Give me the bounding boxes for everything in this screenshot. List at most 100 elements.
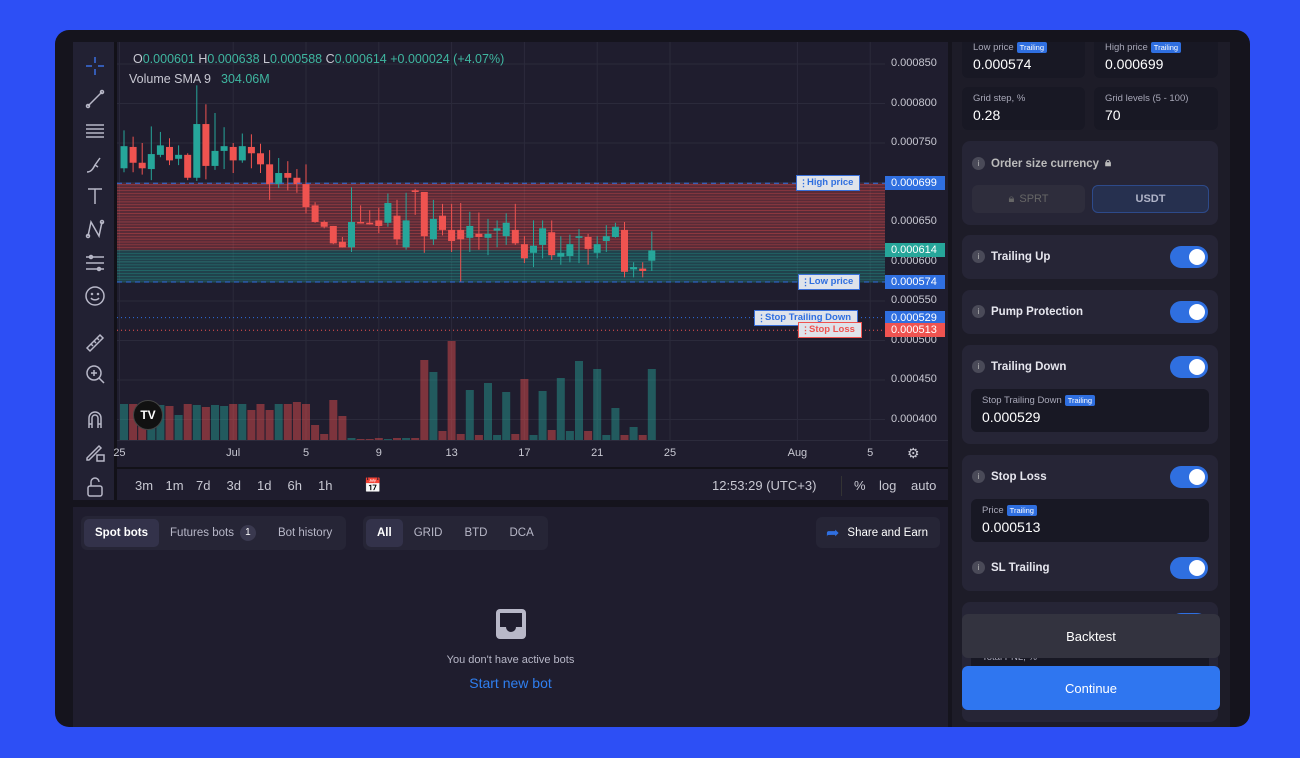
price-line-label[interactable]: High price: [796, 175, 861, 192]
volume-bar: [520, 379, 529, 440]
change-value: +0.000024 (+4.07%): [390, 52, 505, 66]
candle-body: [366, 222, 374, 225]
field-value: 0.28: [973, 107, 1001, 123]
volume-bar: [120, 404, 128, 440]
stop-loss-price-field[interactable]: Price Trailing 0.000513: [971, 499, 1209, 542]
fib-icon[interactable]: [81, 117, 109, 145]
time-tick: Jul: [226, 447, 241, 459]
volume-bar: [211, 405, 219, 440]
price-chart[interactable]: [117, 42, 885, 440]
timeframe-3d[interactable]: 3d: [227, 478, 241, 493]
time-tick: 5: [302, 447, 310, 459]
brush-icon[interactable]: [81, 150, 109, 178]
scale-log[interactable]: log: [879, 478, 896, 493]
candle-body: [266, 164, 274, 185]
chart-settings-icon[interactable]: ⚙: [907, 445, 920, 462]
pump-protection-toggle[interactable]: [1170, 301, 1208, 323]
volume-bar: [283, 404, 292, 440]
info-icon[interactable]: i: [972, 470, 985, 483]
info-icon[interactable]: i: [972, 157, 985, 170]
price-line-label[interactable]: Low price: [798, 274, 861, 291]
lock-drawings-icon[interactable]: [81, 438, 109, 466]
candle-body: [156, 145, 164, 155]
sl-trailing-toggle[interactable]: [1170, 557, 1208, 579]
timeframe-1m[interactable]: 1m: [166, 478, 184, 493]
backtest-button[interactable]: Backtest: [962, 614, 1220, 658]
currency-option-usdt[interactable]: USDT: [1092, 185, 1209, 213]
volume-bar: [538, 391, 547, 440]
stop-trailing-down-field[interactable]: Stop Trailing Down Trailing 0.000529: [971, 389, 1209, 432]
low-price-field[interactable]: Low price Trailing 0.000574: [962, 42, 1085, 78]
timeframe-1h[interactable]: 1h: [318, 478, 332, 493]
stop-loss-toggle[interactable]: [1170, 466, 1208, 488]
candle-body: [420, 191, 428, 237]
candle-body: [175, 154, 183, 159]
tradingview-logo[interactable]: TV: [133, 400, 163, 430]
grid-step-field[interactable]: Grid step, % 0.28: [962, 87, 1085, 130]
filter-all[interactable]: All: [366, 519, 403, 547]
continue-button[interactable]: Continue: [962, 666, 1220, 710]
candle-body: [357, 222, 365, 224]
empty-state: You don't have active bots Start new bot: [73, 607, 948, 691]
price-axis[interactable]: 0.000400 0.000450 0.000500 0.000550 0.000600…: [885, 42, 948, 440]
filter-dca[interactable]: DCA: [498, 519, 544, 547]
candle-body: [184, 154, 192, 178]
volume-sma-legend: Volume SMA 9 304.06M: [129, 72, 270, 86]
scale-auto[interactable]: auto: [911, 478, 936, 493]
info-icon[interactable]: i: [972, 561, 985, 574]
volume-bar: [647, 369, 656, 440]
filter-btd[interactable]: BTD: [453, 519, 498, 547]
emoji-icon[interactable]: [81, 282, 109, 310]
trend-line-icon[interactable]: [81, 85, 109, 113]
tab-bot-history[interactable]: Bot history: [267, 519, 343, 547]
price-tick: 0.000400: [891, 412, 937, 425]
date-range-icon[interactable]: 📅: [364, 477, 381, 494]
tab-spot-bots[interactable]: Spot bots: [84, 519, 160, 547]
unlock-icon[interactable]: [81, 473, 109, 501]
candle-body: [575, 236, 583, 238]
bot-settings-panel[interactable]: Low price Trailing 0.000574 High price Trai…: [952, 42, 1230, 727]
candle-body: [393, 215, 401, 240]
bots-panel: Spot bots Futures bots 1 Bot history All …: [73, 507, 948, 727]
info-icon[interactable]: i: [972, 360, 985, 373]
candle-body: [520, 244, 528, 259]
share-and-earn-button[interactable]: ➦ Share and Earn: [816, 517, 940, 548]
field-value: 70: [1105, 107, 1121, 123]
trailing-up-toggle[interactable]: [1170, 246, 1208, 268]
currency-option-sprt[interactable]: 🔒︎ SPRT: [972, 185, 1085, 213]
filter-grid[interactable]: GRID: [403, 519, 454, 547]
candle-body: [457, 229, 465, 240]
volume-bar: [192, 405, 201, 440]
magnet-icon[interactable]: [81, 406, 109, 434]
candle-body: [639, 268, 647, 271]
volume-bar: [629, 427, 638, 440]
grid-levels-field[interactable]: Grid levels (5 - 100) 70: [1094, 87, 1218, 130]
info-icon[interactable]: i: [972, 305, 985, 318]
tab-futures-bots[interactable]: Futures bots 1: [159, 519, 267, 547]
time-tick: 25: [663, 447, 677, 459]
drawing-toolbar: [73, 42, 117, 500]
price-line-label[interactable]: Stop Loss: [798, 322, 862, 339]
high-price-field[interactable]: High price Trailing 0.000699: [1094, 42, 1218, 78]
text-icon[interactable]: [81, 182, 109, 210]
zoom-in-icon[interactable]: [81, 360, 109, 388]
timeframe-7d[interactable]: 7d: [196, 478, 210, 493]
timeframe-6h[interactable]: 6h: [288, 478, 302, 493]
volume-bar: [165, 406, 174, 440]
scale-percent[interactable]: %: [854, 478, 866, 493]
info-icon[interactable]: i: [972, 250, 985, 263]
close-label: C: [325, 52, 335, 66]
pattern-icon[interactable]: [81, 215, 109, 243]
field-label: Grid levels (5 - 100): [1105, 93, 1189, 104]
price-tick: 0.000800: [891, 96, 937, 109]
crosshair-icon[interactable]: [81, 52, 109, 80]
time-axis[interactable]: ⚙ 25 Jul 5 9 13 17 21 25 Aug 5: [113, 440, 948, 465]
candle-body: [439, 215, 446, 230]
timeframe-3m[interactable]: 3m: [135, 478, 153, 493]
timeframe-1d[interactable]: 1d: [257, 478, 271, 493]
ruler-icon[interactable]: [81, 329, 109, 357]
start-new-bot-link[interactable]: Start new bot: [73, 675, 948, 691]
candle-body: [129, 146, 137, 163]
forecast-icon[interactable]: [81, 248, 109, 276]
trailing-down-toggle[interactable]: [1170, 356, 1208, 378]
